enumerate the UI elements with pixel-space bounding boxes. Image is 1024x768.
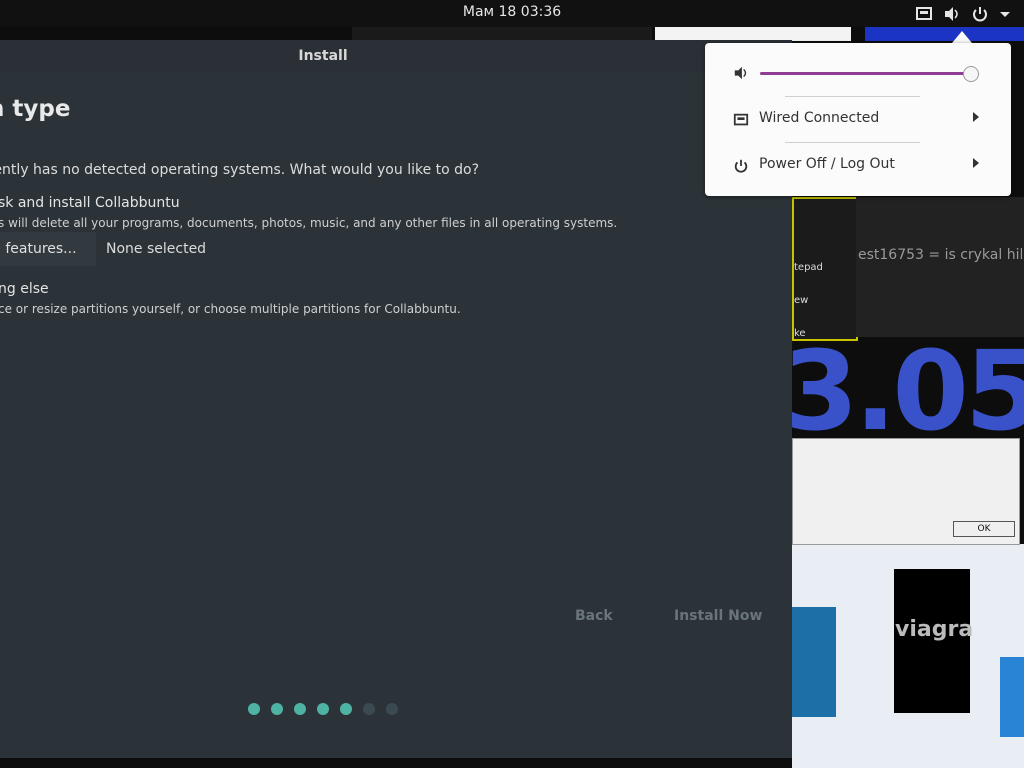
installation-question: rently has no detected operating systems…: [0, 162, 480, 178]
progress-dot: [386, 703, 398, 715]
volume-slider-knob[interactable]: [963, 66, 979, 82]
menu-separator: [785, 96, 920, 97]
background-window-light: [655, 27, 851, 41]
chevron-right-icon: [973, 112, 979, 122]
power-icon[interactable]: [971, 5, 989, 23]
option-something-else-description: ce or resize partitions yourself, or cho…: [0, 302, 461, 316]
advanced-features-label: d features...: [0, 241, 77, 257]
background-big-number: 3.05: [782, 327, 1024, 455]
notepad-item: ew: [794, 295, 809, 306]
option-erase-disk[interactable]: sk and install Collabbuntu: [0, 195, 180, 211]
background-window-terminal: [352, 27, 652, 41]
menu-separator: [785, 142, 920, 143]
top-bar: Мам 18 03:36: [0, 0, 1024, 27]
option-something-else[interactable]: ng else: [0, 281, 49, 297]
window-title: Install: [298, 48, 348, 64]
advanced-features-button[interactable]: d features...: [0, 232, 96, 266]
background-panel: [1000, 657, 1024, 737]
network-wired-icon: [733, 113, 749, 126]
page-title: n type: [0, 96, 71, 122]
power-off-label: Power Off / Log Out: [759, 156, 895, 172]
option-erase-description: s will delete all your programs, documen…: [0, 216, 618, 230]
installer-window: Install n type rently has no detected op…: [0, 40, 792, 758]
power-icon: [734, 159, 748, 173]
spam-word: viagra: [895, 617, 974, 642]
network-wired-icon[interactable]: [915, 5, 933, 23]
menu-arrow-icon[interactable]: [996, 5, 1014, 23]
window-header: Install: [0, 40, 792, 72]
power-off-item[interactable]: Power Off / Log Out: [705, 148, 1011, 182]
volume-icon[interactable]: [943, 5, 961, 23]
advanced-features-status: None selected: [106, 241, 207, 257]
system-menu: Wired Connected Power Off / Log Out: [705, 43, 1011, 196]
notepad-item: tepad: [794, 262, 823, 273]
progress-dot: [294, 703, 306, 715]
chevron-right-icon: [973, 158, 979, 168]
install-now-button[interactable]: Install Now: [674, 608, 762, 624]
progress-dot: [248, 703, 260, 715]
volume-slider[interactable]: [760, 72, 976, 75]
background-captcha: [856, 197, 1024, 337]
clock[interactable]: Мам 18 03:36: [0, 4, 1024, 20]
background-window-blue: [792, 607, 836, 717]
wired-connected-label: Wired Connected: [759, 110, 880, 126]
wired-connected-item[interactable]: Wired Connected: [705, 102, 1011, 136]
back-button[interactable]: Back: [575, 608, 613, 624]
popup-arrow: [952, 31, 972, 43]
progress-dot: [363, 703, 375, 715]
captcha-text: est16753 = is crykal hildatoo: [858, 247, 1022, 263]
background-dialog: OK: [792, 438, 1020, 545]
volume-icon: [734, 66, 747, 80]
progress-dot: [340, 703, 352, 715]
progress-dot: [271, 703, 283, 715]
background-banner: [865, 27, 1024, 41]
dialog-ok-button[interactable]: OK: [953, 521, 1015, 537]
progress-dot: [317, 703, 329, 715]
